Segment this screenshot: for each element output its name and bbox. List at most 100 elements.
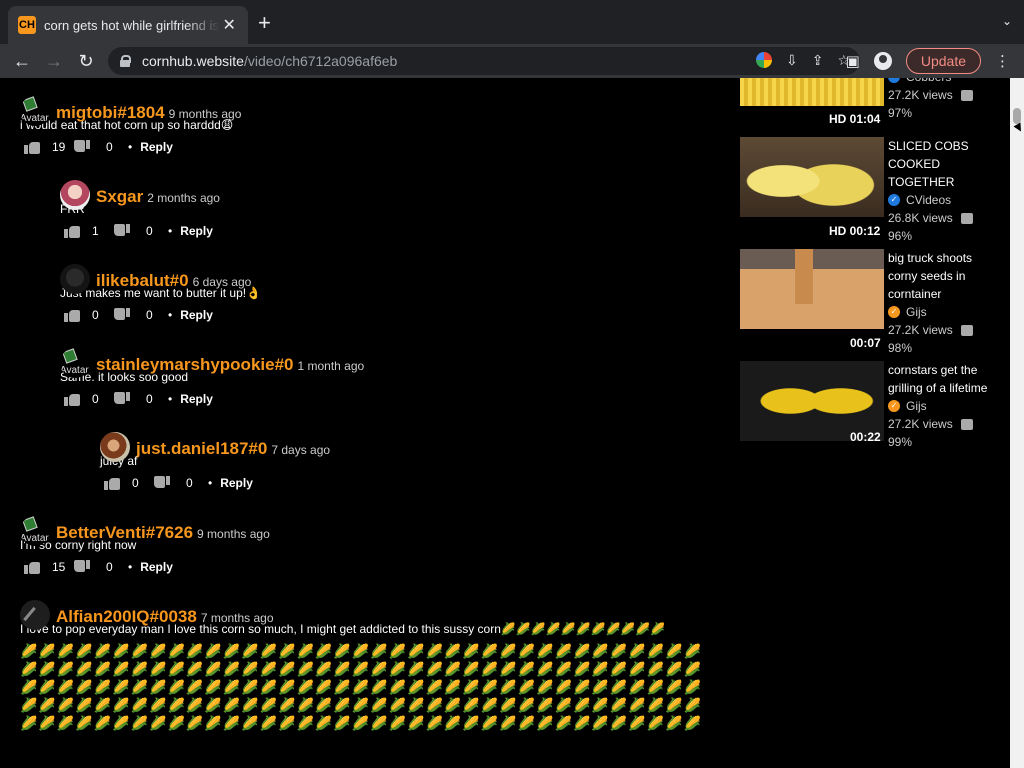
thumbs-up-icon[interactable] xyxy=(24,560,40,574)
back-arrow-icon[interactable]: ← xyxy=(6,51,38,72)
side-panel-icon[interactable]: ▣ xyxy=(846,52,860,70)
video-duration: HD 00:12 xyxy=(829,224,881,238)
reply-button[interactable]: Reply xyxy=(180,224,213,238)
separator-dot: • xyxy=(168,392,173,406)
browser-toolbar: ← → ↻ cornhub.website /video/ch6712a096a… xyxy=(0,44,1024,78)
thumbs-up-icon[interactable] xyxy=(64,224,80,238)
verified-badge-icon: ✓ xyxy=(888,400,900,412)
avatar: Avatar xyxy=(60,348,90,378)
video-rating: 97% xyxy=(888,106,913,120)
avatar xyxy=(100,432,130,462)
verified-badge-icon: ✓ xyxy=(888,306,900,318)
page-content: Avatar migtobi#1804 9 months ago i would… xyxy=(0,78,1010,768)
reload-icon[interactable]: ↻ xyxy=(70,51,102,72)
thumbs-down-icon[interactable] xyxy=(114,392,130,406)
reply-button[interactable]: Reply xyxy=(180,308,213,322)
video-channel[interactable]: CVideos xyxy=(906,191,951,209)
google-lens-icon[interactable] xyxy=(755,52,772,68)
kebab-menu-icon[interactable]: ⋮ xyxy=(995,52,1010,70)
thumbs-down-icon[interactable] xyxy=(154,476,170,490)
video-views: 27.2K views xyxy=(888,417,953,431)
dislike-count: 0 xyxy=(186,476,193,490)
video-rating: 96% xyxy=(888,229,913,243)
video-views: 27.2K views xyxy=(888,88,953,102)
avatar: Avatar xyxy=(20,516,50,546)
comment-reply: Sxgar 2 months ago FRR 1 0 • Reply xyxy=(60,172,220,240)
comment-text-emoji-rows: 🌽🌽🌽🌽🌽🌽🌽🌽🌽🌽🌽🌽🌽🌽🌽🌽🌽🌽🌽🌽🌽🌽🌽🌽🌽🌽🌽🌽🌽🌽🌽🌽🌽🌽🌽🌽🌽🌽🌽🌽… xyxy=(20,643,702,731)
comment-username[interactable]: just.daniel187#0 xyxy=(136,439,267,459)
avatar xyxy=(20,600,50,630)
dislike-count: 0 xyxy=(146,308,153,322)
comment-username[interactable]: Sxgar xyxy=(96,187,143,207)
avatar: Avatar xyxy=(20,96,50,126)
comment-time: 7 days ago xyxy=(271,443,331,457)
thumbs-up-icon xyxy=(960,418,973,430)
thumbs-up-icon[interactable] xyxy=(24,140,40,154)
video-title[interactable]: SLICED COBS COOKED TOGETHER xyxy=(888,137,998,191)
comment-reply: just.daniel187#0 7 days ago juicy af 0 0… xyxy=(100,424,330,492)
tab-title: corn gets hot while girlfriend is xyxy=(44,17,219,33)
video-duration: 00:07 xyxy=(850,336,881,350)
comment: Alfian200IQ#0038 7 months ago I love to … xyxy=(20,592,710,732)
avatar xyxy=(60,180,90,210)
video-title[interactable]: cornstars get the grilling of a lifetime xyxy=(888,361,998,397)
thumbs-up-icon[interactable] xyxy=(64,308,80,322)
like-count: 15 xyxy=(52,560,66,574)
video-thumbnail[interactable] xyxy=(740,249,884,329)
site-favicon-icon: CH xyxy=(18,16,36,34)
update-button[interactable]: Update xyxy=(905,48,981,74)
video-title[interactable]: big truck shoots corny seeds in corntain… xyxy=(888,249,998,303)
address-bar[interactable]: cornhub.website /video/ch6712a096af6eb ⇩… xyxy=(108,47,860,75)
tab-strip: CH corn gets hot while girlfriend is ✕ +… xyxy=(0,0,1024,44)
comment: Avatar BetterVenti#7626 9 months ago I'm… xyxy=(20,508,270,576)
like-count: 1 xyxy=(92,224,99,238)
reply-button[interactable]: Reply xyxy=(180,392,213,406)
close-tab-icon[interactable]: ✕ xyxy=(220,15,238,35)
video-rating: 98% xyxy=(888,341,913,355)
forward-arrow-icon[interactable]: → xyxy=(38,51,70,72)
comment-text: I love to pop everyday man I love this c… xyxy=(20,622,666,636)
dislike-count: 0 xyxy=(106,140,113,154)
browser-tab[interactable]: CH corn gets hot while girlfriend is ✕ xyxy=(8,6,248,44)
comment-reply: Avatar stainleymarshypookie#0 1 month ag… xyxy=(60,340,364,408)
video-views: 26.8K views xyxy=(888,211,953,225)
separator-dot: • xyxy=(128,560,133,574)
video-duration: HD 01:04 xyxy=(829,112,881,126)
thumbs-down-icon[interactable] xyxy=(74,140,90,154)
video-channel[interactable]: Gijs xyxy=(906,397,927,415)
reply-button[interactable]: Reply xyxy=(220,476,253,490)
reply-button[interactable]: Reply xyxy=(140,140,173,154)
tab-search-chevron-icon[interactable]: ⌄ xyxy=(1002,14,1012,28)
video-thumbnail[interactable] xyxy=(740,361,884,441)
video-thumbnail[interactable] xyxy=(740,137,884,217)
comment: Avatar migtobi#1804 9 months ago i would… xyxy=(20,88,241,156)
url-path: /video/ch6712a096af6eb xyxy=(243,53,398,69)
thumbs-down-icon[interactable] xyxy=(114,308,130,322)
video-channel[interactable]: Gijs xyxy=(906,303,927,321)
profile-avatar-icon[interactable] xyxy=(873,52,892,70)
share-icon[interactable]: ⇪ xyxy=(812,52,824,69)
thumbs-up-icon[interactable] xyxy=(104,476,120,490)
like-count: 0 xyxy=(132,476,139,490)
lock-icon[interactable] xyxy=(120,55,131,67)
video-thumbnail[interactable]: HD 01:04 xyxy=(740,78,884,106)
separator-dot: • xyxy=(208,476,213,490)
reply-button[interactable]: Reply xyxy=(140,560,173,574)
separator-dot: • xyxy=(168,308,173,322)
install-app-icon[interactable]: ⇩ xyxy=(786,52,798,69)
thumbs-down-icon[interactable] xyxy=(74,560,90,574)
new-tab-icon[interactable]: + xyxy=(258,12,271,34)
thumbs-up-icon xyxy=(960,212,973,224)
video-channel[interactable]: Cobbers xyxy=(906,78,951,86)
page-scrollbar[interactable] xyxy=(1010,78,1024,768)
comment-text: i would eat that hot corn up so harddd😩 xyxy=(20,118,234,132)
dislike-count: 0 xyxy=(146,224,153,238)
thumbs-up-icon[interactable] xyxy=(64,392,80,406)
thumbs-down-icon[interactable] xyxy=(114,224,130,238)
thumbs-up-icon xyxy=(960,324,973,336)
thumbs-up-icon xyxy=(960,89,973,101)
comment-time: 1 month ago xyxy=(297,359,365,373)
avatar xyxy=(60,264,90,294)
like-count: 0 xyxy=(92,308,99,322)
like-count: 19 xyxy=(52,140,66,154)
